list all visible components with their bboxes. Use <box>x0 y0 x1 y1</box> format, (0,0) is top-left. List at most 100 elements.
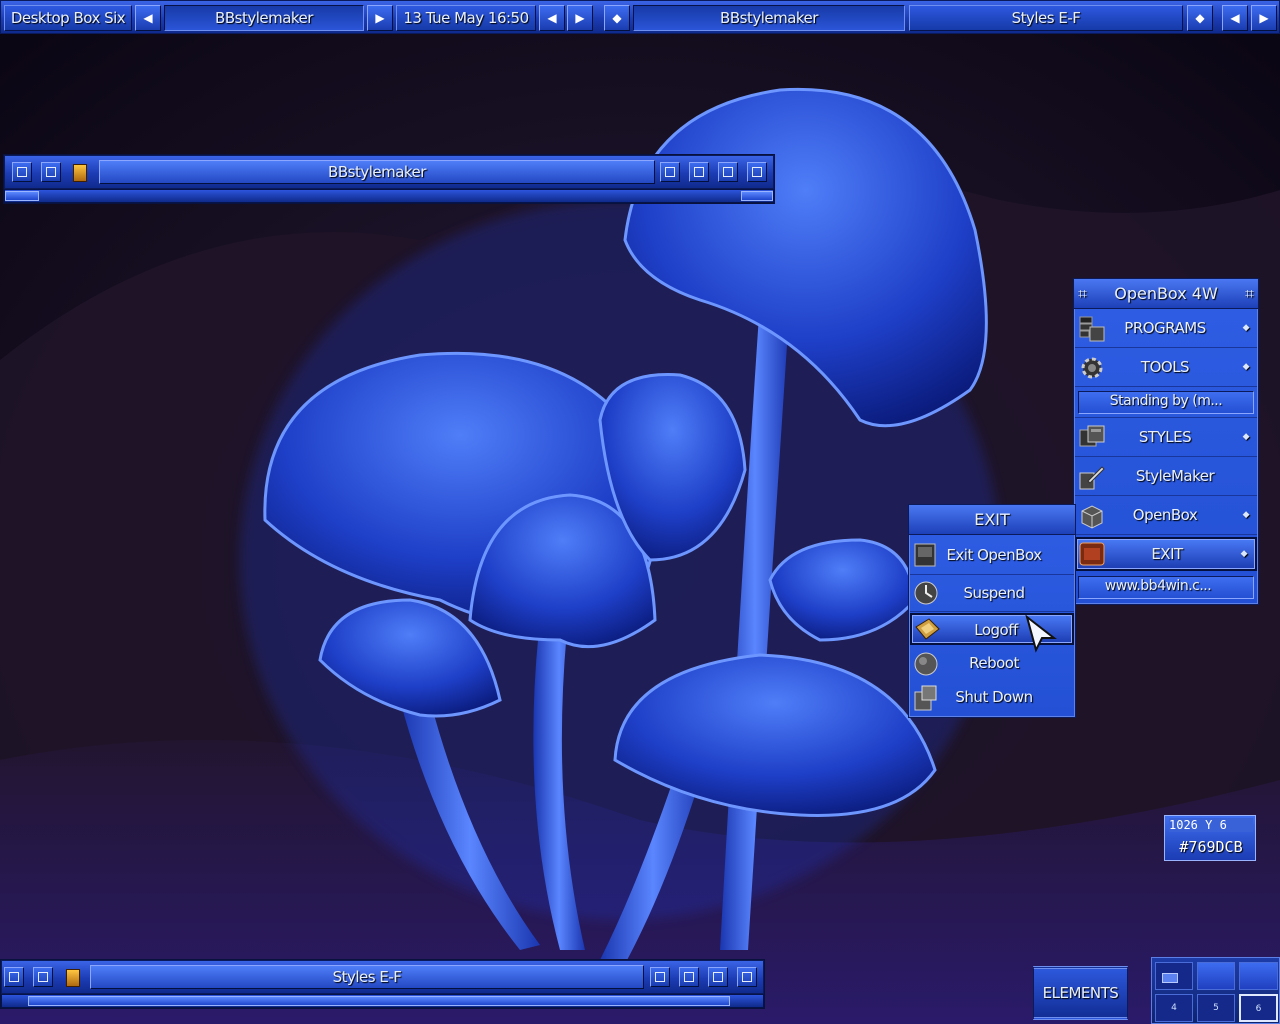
gear-icon <box>1081 357 1103 379</box>
prev-workspace-button[interactable]: ◀ <box>135 5 161 31</box>
close-icon <box>752 167 762 177</box>
minimize-icon <box>694 167 704 177</box>
menu-item-label: www.bb4win.c... <box>1104 578 1212 594</box>
menu-item-label: OpenBox <box>1132 506 1198 524</box>
next-window-button[interactable]: ▶ <box>567 5 593 31</box>
minimize-button[interactable] <box>689 162 709 182</box>
pin-icon[interactable]: ⌗ <box>1245 279 1254 309</box>
shutdown-icon <box>914 685 937 711</box>
clock[interactable]: 13 Tue May 16:50 <box>396 5 536 31</box>
layer-button[interactable] <box>650 967 670 987</box>
submenu-arrow-icon: ◆ <box>1242 362 1250 372</box>
shade-button[interactable] <box>4 967 24 987</box>
menu-item-label: Reboot <box>969 654 1019 672</box>
window-handle[interactable] <box>4 189 774 203</box>
menu-item-standing-by[interactable]: Standing by (m... <box>1075 388 1257 418</box>
systray-menu-button[interactable]: ◆ <box>1187 5 1213 31</box>
minimize-button[interactable] <box>679 967 699 987</box>
menu-item-programs[interactable]: PROGRAMS ◆ <box>1075 310 1257 348</box>
top-toolbar: Desktop Box Six ◀ BBstylemaker ▶ 13 Tue … <box>0 0 1280 34</box>
sticky-icon <box>38 972 48 982</box>
submenu-arrow-icon: ◆ <box>1242 510 1250 520</box>
menu-item-website[interactable]: www.bb4win.c... <box>1075 573 1257 603</box>
menu-item-label: Suspend <box>963 584 1025 602</box>
shade-button[interactable] <box>12 162 32 182</box>
window-title[interactable]: Styles E-F <box>90 965 644 989</box>
pager-workspace-5[interactable]: 5 <box>1197 994 1235 1022</box>
arrow-right-icon: ▶ <box>575 11 585 25</box>
close-button[interactable] <box>747 162 767 182</box>
suspend-icon <box>914 581 938 605</box>
workspace-pager: 4 5 6 <box>1151 957 1280 1024</box>
menu-item-stylemaker[interactable]: StyleMaker <box>1075 458 1257 496</box>
small-diamond-icon: ◆ <box>1195 11 1205 25</box>
window-handle[interactable] <box>1 994 764 1008</box>
menu-item-label: Exit OpenBox <box>946 546 1042 564</box>
window-styles-ef: Styles E-F <box>0 959 765 1009</box>
sticky-button[interactable] <box>41 162 61 182</box>
programs-icon <box>1079 316 1105 342</box>
next-workspace-button[interactable]: ▶ <box>367 5 393 31</box>
maximize-button[interactable] <box>718 162 738 182</box>
layer-icon <box>665 167 675 177</box>
exit-openbox-icon <box>914 543 936 567</box>
arrow-right-icon: ▶ <box>1259 11 1269 25</box>
menu-item-styles[interactable]: STYLES ◆ <box>1075 419 1257 457</box>
taskbar-item-styles-ef[interactable]: Styles E-F <box>909 5 1183 31</box>
prev-window-button[interactable]: ◀ <box>539 5 565 31</box>
menu-item-label: Standing by (m... <box>1109 393 1223 409</box>
menu-item-label: TOOLS <box>1140 358 1190 376</box>
logoff-icon <box>915 618 940 640</box>
minimize-icon <box>684 972 694 982</box>
workspace-label[interactable]: Desktop Box Six <box>4 5 132 31</box>
root-menu-title-text: OpenBox 4W <box>1114 284 1218 303</box>
pager-workspace-3[interactable] <box>1239 962 1278 990</box>
menu-item-label: StyleMaker <box>1135 467 1215 485</box>
menu-item-openbox[interactable]: OpenBox ◆ <box>1075 497 1257 535</box>
taskbar-prev-button[interactable]: ◀ <box>1222 5 1248 31</box>
exit-icon <box>1079 542 1105 566</box>
maximize-button[interactable] <box>708 967 728 987</box>
window-title[interactable]: BBstylemaker <box>99 160 655 184</box>
pin-icon[interactable]: ⌗ <box>1078 279 1087 309</box>
small-diamond-icon: ◆ <box>612 11 622 25</box>
taskbar-next-button[interactable]: ▶ <box>1251 5 1277 31</box>
pager-workspace-4[interactable]: 4 <box>1155 994 1193 1022</box>
menu-item-label: EXIT <box>1151 545 1183 563</box>
app-icon <box>66 969 80 987</box>
color-picker-widget[interactable]: 1026 Y 6 #769DCB <box>1164 815 1256 861</box>
reboot-icon <box>914 652 938 676</box>
close-icon <box>742 972 752 982</box>
menu-item-shut-down[interactable]: Shut Down <box>910 681 1074 715</box>
pager-window-thumb <box>1162 973 1178 983</box>
close-button[interactable] <box>737 967 757 987</box>
sticky-button[interactable] <box>33 967 53 987</box>
menu-item-label: PROGRAMS <box>1124 319 1206 337</box>
taskbar-item-bbstylemaker[interactable]: BBstylemaker <box>633 5 905 31</box>
menu-item-exit-openbox[interactable]: Exit OpenBox <box>910 537 1074 575</box>
cursor-coordinates: 1026 Y 6 <box>1169 818 1253 832</box>
maximize-icon <box>713 972 723 982</box>
focused-window-label[interactable]: BBstylemaker <box>164 5 364 31</box>
resize-grip-left[interactable] <box>5 191 39 201</box>
menu-item-suspend[interactable]: Suspend <box>910 576 1074 612</box>
window-titlebar: Styles E-F <box>1 960 764 994</box>
root-menu-title[interactable]: ⌗ OpenBox 4W ⌗ <box>1074 279 1258 309</box>
layer-button[interactable] <box>660 162 680 182</box>
exit-submenu: EXIT Exit OpenBox Suspend Logoff Reboot … <box>908 504 1076 718</box>
pager-workspace-1[interactable] <box>1155 962 1193 990</box>
app-icon <box>73 164 87 182</box>
toolbar-menu-button[interactable]: ◆ <box>604 5 630 31</box>
sticky-icon <box>46 167 56 177</box>
resize-grip-right[interactable] <box>741 191 773 201</box>
menu-item-tools[interactable]: TOOLS ◆ <box>1075 349 1257 387</box>
resize-grip[interactable] <box>28 996 730 1006</box>
exit-submenu-title[interactable]: EXIT <box>909 505 1075 535</box>
menu-item-exit[interactable]: EXIT ◆ <box>1075 537 1257 571</box>
pager-workspace-6[interactable]: 6 <box>1239 994 1278 1022</box>
shade-icon <box>17 167 27 177</box>
arrow-left-icon: ◀ <box>143 11 153 25</box>
pager-workspace-2[interactable] <box>1197 962 1235 990</box>
arrow-left-icon: ◀ <box>547 11 557 25</box>
elements-button[interactable]: ELEMENTS <box>1033 966 1128 1020</box>
